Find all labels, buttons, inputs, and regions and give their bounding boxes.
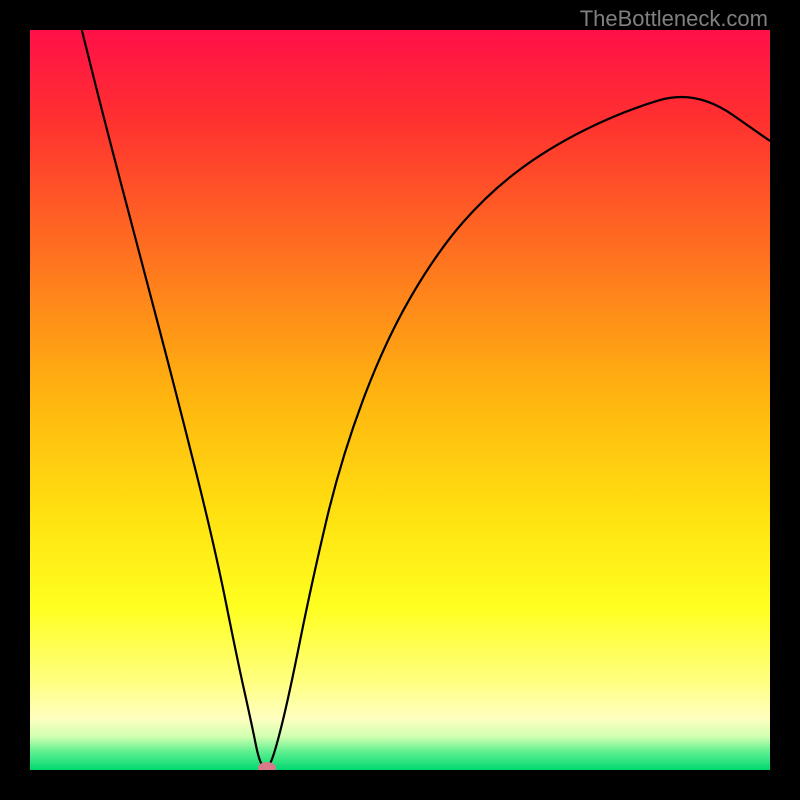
minimum-marker xyxy=(258,762,276,770)
chart-frame: TheBottleneck.com xyxy=(0,0,800,800)
plot-area xyxy=(30,30,770,770)
watermark-text: TheBottleneck.com xyxy=(580,6,768,32)
bottleneck-curve xyxy=(30,30,770,770)
